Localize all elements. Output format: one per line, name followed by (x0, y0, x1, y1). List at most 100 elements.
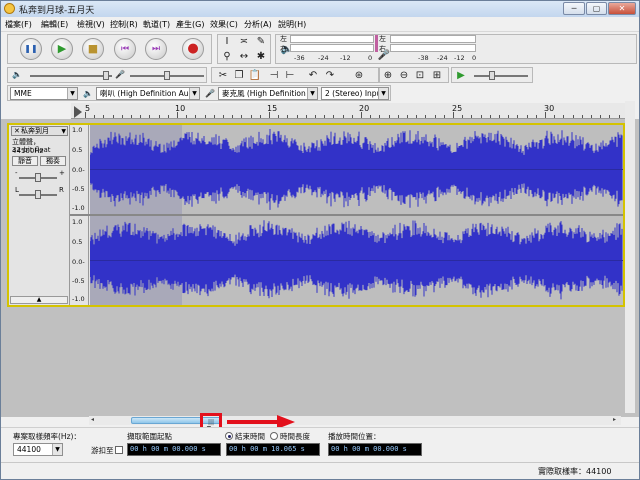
audio-track[interactable]: ✕ 私奔到月 ▼ 立體聲，44100Hz 32-bit float 靜音 獨奏 … (7, 123, 625, 307)
stop-button[interactable]: ■ (82, 38, 104, 60)
zoom-tool-icon[interactable]: ⚲ (220, 50, 234, 64)
ruler-tick (186, 115, 188, 118)
collapse-track-button[interactable]: ▲ (10, 296, 68, 304)
fit-selection-icon[interactable]: ⊡ (413, 69, 427, 83)
gain-plus-label: + (59, 169, 65, 177)
input-device-select[interactable]: 麥克風 (High Definition Au ▼ (218, 87, 318, 100)
cut-icon[interactable]: ✂ (216, 69, 230, 83)
scroll-left-icon[interactable]: ◂ (91, 416, 94, 423)
pause-button[interactable]: ❚❚ (20, 38, 42, 60)
microphone-icon[interactable]: 🎤 (377, 49, 391, 63)
ruler-tick (250, 115, 252, 118)
fit-project-icon[interactable]: ⊞ (430, 69, 444, 83)
length-radio[interactable] (270, 432, 278, 440)
mute-button[interactable]: 靜音 (12, 156, 38, 166)
ruler-tick (232, 115, 234, 118)
solo-button[interactable]: 獨奏 (40, 156, 66, 166)
play-meter-left[interactable] (290, 35, 374, 43)
play-at-speed-icon[interactable]: ▶ (454, 69, 468, 83)
pause-icon: ❚❚ (24, 44, 38, 53)
timeshift-tool-icon[interactable]: ↔ (237, 50, 251, 64)
window-title: 私奔到月球-五月天 (19, 6, 95, 16)
menu-view[interactable]: 檢視(V) (77, 19, 105, 30)
zoom-in-icon[interactable]: ⊕ (381, 69, 395, 83)
right-channel-waveform[interactable] (90, 216, 623, 305)
project-rate-label: 專案取樣頻率(Hz)： (13, 432, 81, 441)
menu-generate[interactable]: 產生(G) (176, 19, 204, 30)
envelope-tool-icon[interactable]: ≍ (237, 35, 251, 49)
output-volume-slider[interactable] (30, 75, 112, 77)
selection-tool-icon[interactable]: I (220, 35, 234, 49)
skip-to-start-button[interactable]: ⏮ (114, 38, 136, 60)
selection-start-time[interactable]: 00 h 00 m 00.000 s (127, 443, 221, 456)
speed-thumb[interactable] (489, 71, 495, 80)
timeline-ruler[interactable]: 5 10 15 20 25 30 (71, 103, 629, 119)
silence-icon[interactable]: ⊢ (283, 69, 297, 83)
minimize-button[interactable]: ─ (563, 2, 585, 15)
zoom-out-icon[interactable]: ⊖ (397, 69, 411, 83)
ruler-tick (333, 115, 335, 118)
end-time-radio[interactable] (225, 432, 233, 440)
copy-icon[interactable]: ❐ (232, 69, 246, 83)
ruler-tick (112, 115, 114, 118)
input-device-value: 麥克風 (High Definition Au (222, 89, 318, 98)
undo-icon[interactable]: ↶ (306, 69, 320, 83)
maximize-button[interactable]: ▢ (586, 2, 607, 15)
track-name-button[interactable]: ✕ 私奔到月 ▼ (11, 126, 68, 136)
audio-host-select[interactable]: MME ▼ (10, 87, 78, 100)
close-button[interactable]: ✕ (608, 2, 636, 15)
play-meter-right[interactable] (290, 44, 374, 52)
ruler-tick (241, 115, 243, 118)
play-position-time[interactable]: 00 h 00 m 00.000 s (328, 443, 422, 456)
ruler-tick (471, 115, 473, 118)
waveform-path (90, 220, 623, 300)
channels-select[interactable]: 2 (Stereo) Inpu ▼ (321, 87, 389, 100)
play-icon: ▶ (57, 42, 67, 55)
menu-control[interactable]: 控制(R) (110, 19, 138, 30)
ruler-tick (397, 115, 399, 118)
menu-analyze[interactable]: 分析(A) (244, 19, 272, 30)
rec-meter-right[interactable] (390, 44, 476, 52)
left-channel-waveform[interactable] (90, 125, 623, 214)
menu-file[interactable]: 檔案(F) (5, 19, 32, 30)
vertical-scrollbar[interactable] (625, 101, 635, 413)
snap-to-checkbox[interactable] (115, 446, 123, 454)
ruler-tick (545, 112, 546, 118)
play-button[interactable]: ▶ (51, 38, 73, 60)
project-rate-select[interactable]: 44100 ▼ (13, 443, 63, 456)
track-menu-chevron-icon[interactable]: ▼ (61, 128, 66, 136)
amp-label: 1.0 (72, 126, 83, 134)
input-volume-icon: 🎤 (115, 70, 125, 79)
gain-thumb[interactable] (35, 173, 41, 182)
rec-tick: -38 (418, 54, 429, 62)
scroll-right-icon[interactable]: ▸ (613, 416, 616, 423)
sync-lock-icon[interactable]: ⊛ (352, 69, 366, 83)
record-button[interactable]: ● (182, 38, 204, 60)
menu-help[interactable]: 說明(H) (278, 19, 306, 30)
menu-effect[interactable]: 效果(C) (210, 19, 238, 30)
ruler-tick (204, 115, 206, 118)
menu-track[interactable]: 軌道(T) (143, 19, 170, 30)
audacity-window: 私奔到月球-五月天 ─ ▢ ✕ 檔案(F) 編輯(E) 檢視(V) 控制(R) … (0, 0, 640, 480)
multi-tool-icon[interactable]: ✱ (254, 50, 268, 64)
actual-rate-status: 實際取樣率：44100 (538, 467, 612, 476)
skip-to-end-button[interactable]: ⏭ (145, 38, 167, 60)
horizontal-scrollbar[interactable]: ◂ ▸ (89, 416, 621, 425)
rec-meter-left[interactable] (390, 35, 476, 43)
selection-end-time[interactable]: 00 h 00 m 10.065 s (226, 443, 320, 456)
draw-tool-icon[interactable]: ✎ (254, 35, 268, 49)
menu-edit[interactable]: 編輯(E) (41, 19, 68, 30)
ruler-tick (379, 115, 381, 118)
track-close-icon[interactable]: ✕ (14, 127, 20, 135)
ruler-tick (517, 115, 519, 118)
paste-icon[interactable]: 📋 (248, 69, 262, 83)
redo-icon[interactable]: ↷ (323, 69, 337, 83)
output-device-select[interactable]: 喇叭 (High Definition Audic ▼ (96, 87, 200, 100)
trim-icon[interactable]: ⊣ (267, 69, 281, 83)
input-volume-thumb[interactable] (164, 71, 170, 80)
output-volume-thumb[interactable] (103, 71, 109, 80)
speed-slider[interactable] (474, 75, 528, 77)
track-panel[interactable]: ✕ 私奔到月 ▼ 立體聲，44100Hz 32-bit float 靜音 獨奏 … (1, 119, 639, 417)
ruler-tick (480, 115, 482, 118)
pan-thumb[interactable] (35, 190, 41, 199)
